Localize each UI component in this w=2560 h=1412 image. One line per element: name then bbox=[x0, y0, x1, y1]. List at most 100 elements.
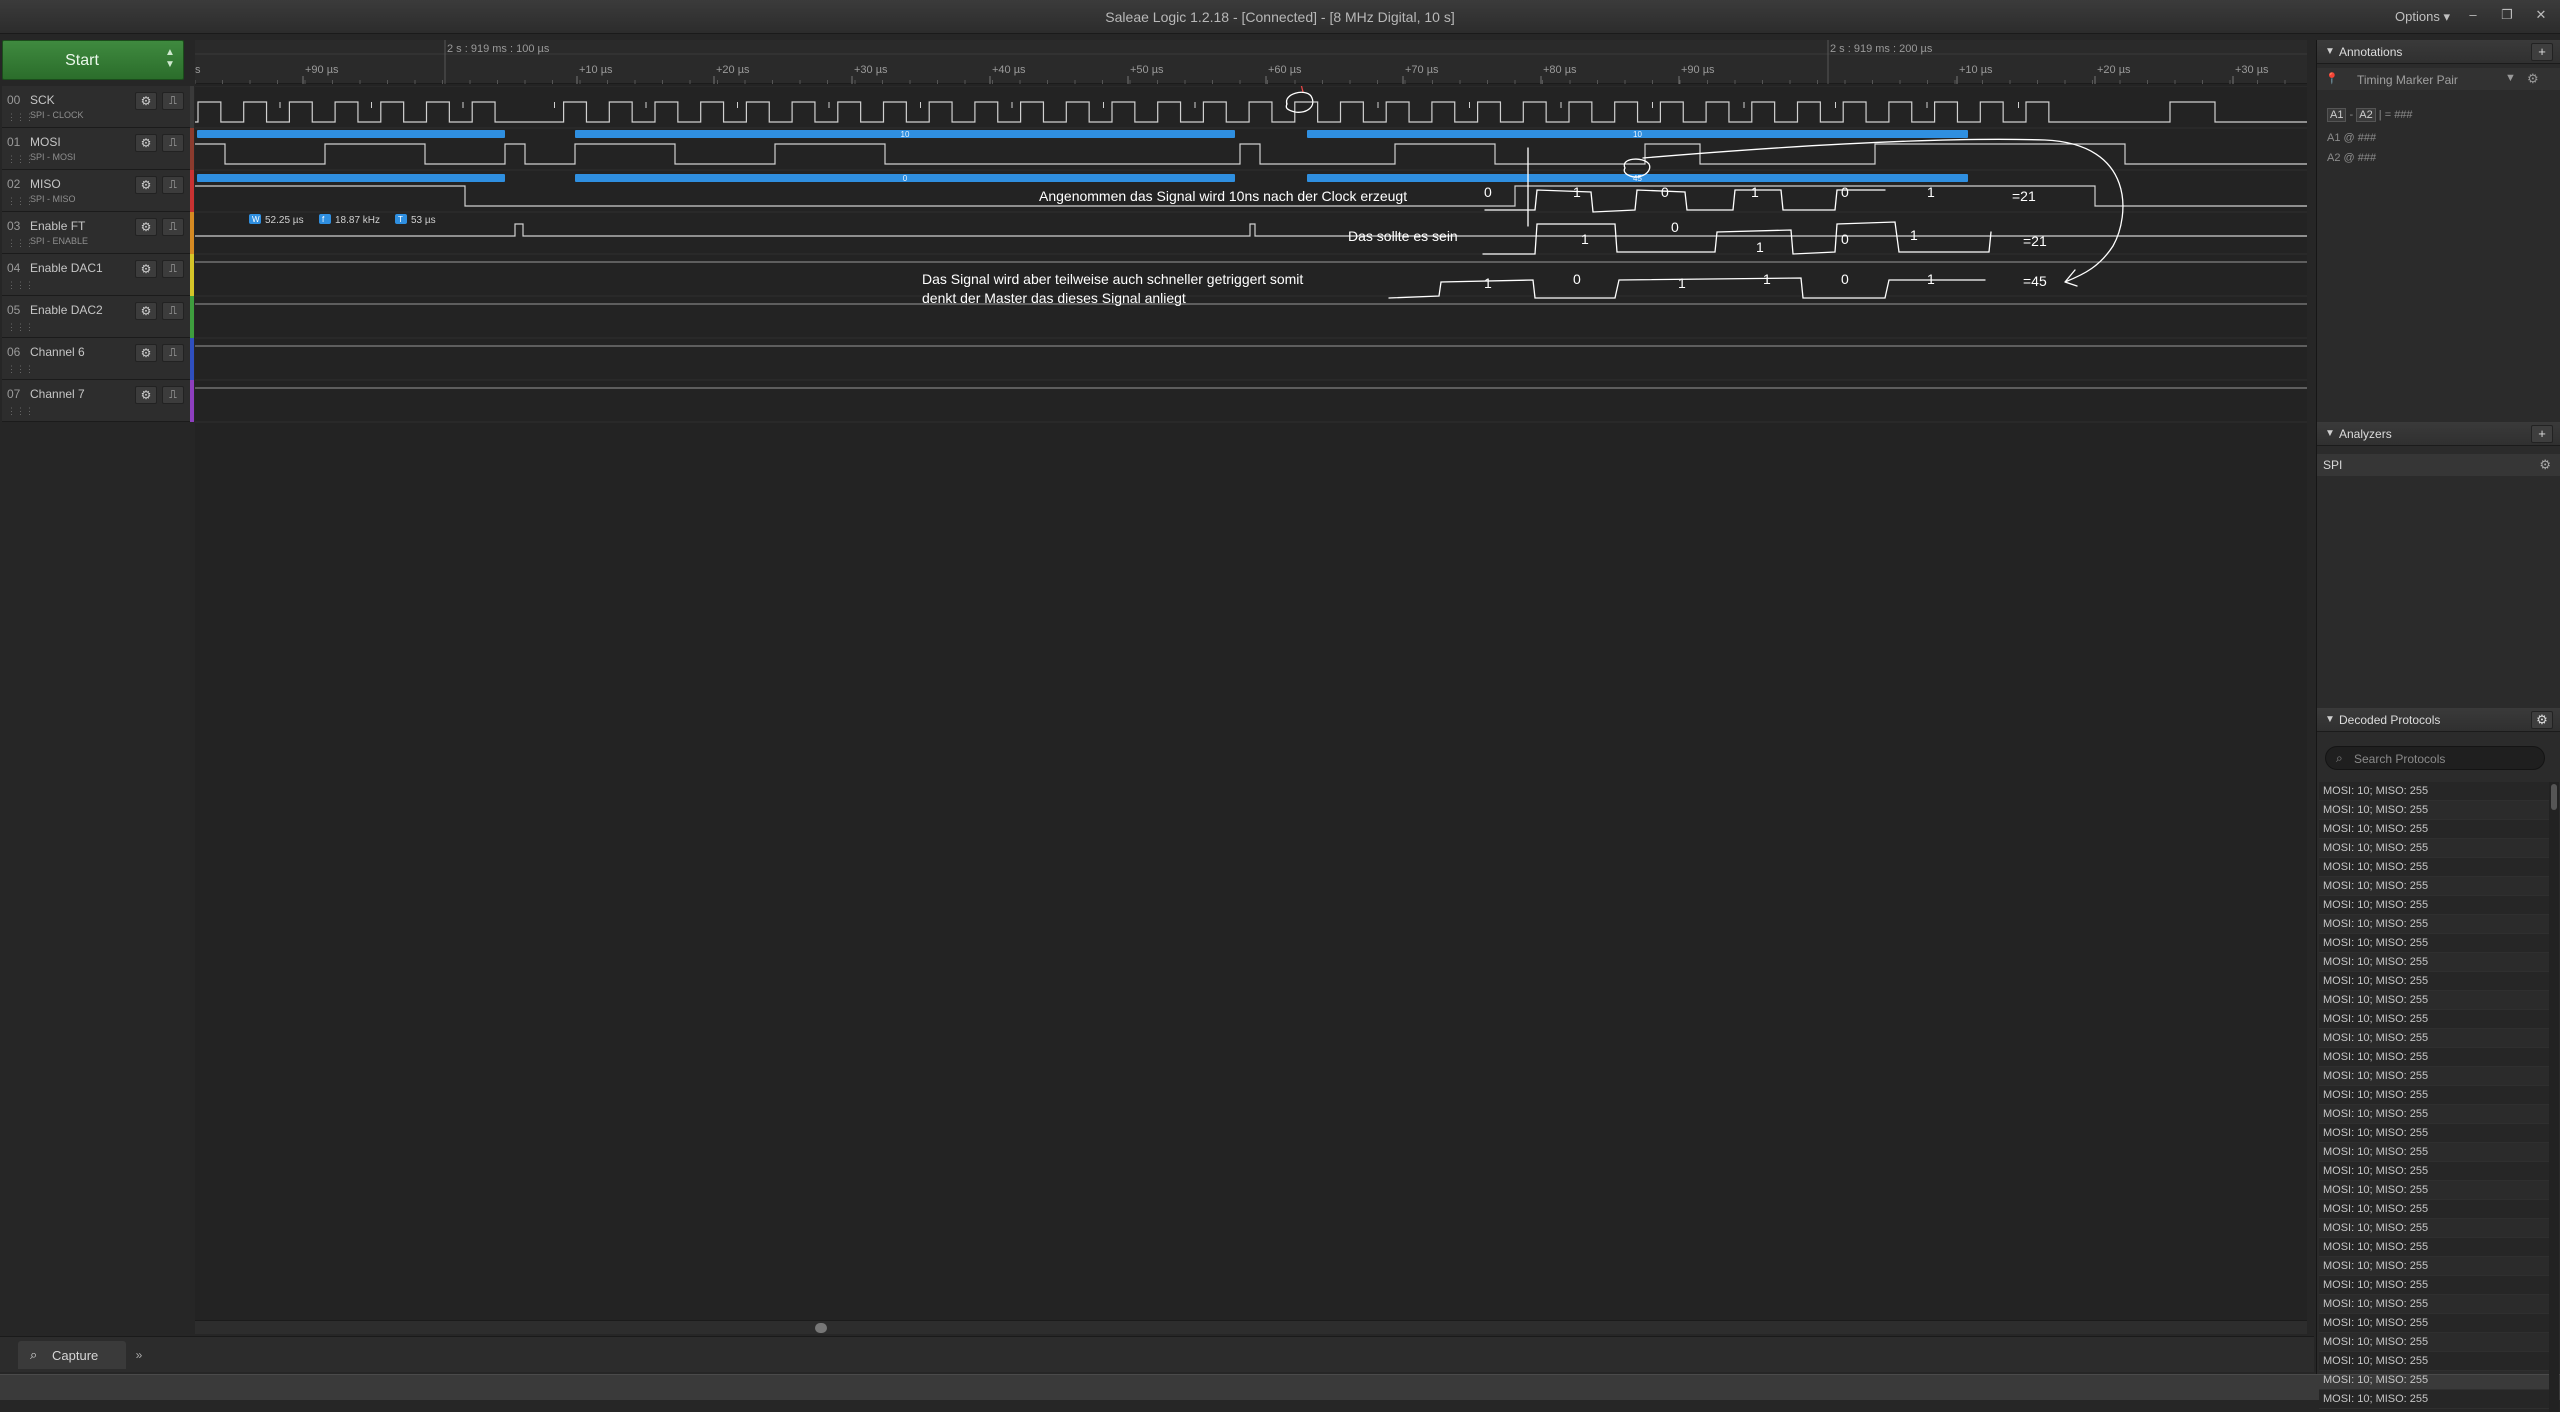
minimize-button[interactable]: – bbox=[2462, 5, 2484, 25]
start-button[interactable]: Start ▲ ▼ bbox=[2, 40, 184, 80]
list-item[interactable]: MOSI: 10; MISO: 255 bbox=[2319, 896, 2549, 915]
list-item[interactable]: MOSI: 10; MISO: 255 bbox=[2319, 1257, 2549, 1276]
list-item[interactable]: MOSI: 10; MISO: 255 bbox=[2319, 1010, 2549, 1029]
list-item[interactable]: MOSI: 10; MISO: 255 bbox=[2319, 1162, 2549, 1181]
trigger-icon[interactable]: ⎍ bbox=[162, 176, 184, 194]
drag-handle-icon[interactable]: ⋮⋮⋮ bbox=[7, 280, 34, 291]
channel-row[interactable]: 03 Enable FT SPI - ENABLE ⋮⋮⋮ ⚙ ⎍ bbox=[2, 212, 194, 254]
channel-name[interactable]: MOSI bbox=[30, 135, 61, 149]
channel-name[interactable]: Enable DAC2 bbox=[30, 303, 103, 317]
drag-handle-icon[interactable]: ⋮⋮⋮ bbox=[7, 196, 34, 207]
close-button[interactable]: ✕ bbox=[2530, 5, 2552, 25]
horizontal-scrollbar[interactable] bbox=[195, 1320, 2307, 1334]
gear-icon[interactable]: ⚙ bbox=[135, 176, 157, 194]
trigger-icon[interactable]: ⎍ bbox=[162, 92, 184, 110]
gear-icon[interactable]: ⚙ bbox=[2527, 71, 2539, 87]
trigger-icon[interactable]: ⎍ bbox=[162, 218, 184, 236]
a1-tag[interactable]: A1 bbox=[2327, 108, 2347, 122]
drag-handle-icon[interactable]: ⋮⋮⋮ bbox=[7, 406, 34, 417]
timeline-ruler[interactable]: 2 s : 919 ms : 100 µs 2 s : 919 ms : 200… bbox=[194, 40, 2307, 84]
drag-handle-icon[interactable]: ⋮⋮⋮ bbox=[7, 112, 34, 123]
trigger-icon[interactable]: ⎍ bbox=[162, 134, 184, 152]
trigger-icon[interactable]: ⎍ bbox=[162, 386, 184, 404]
scroll-thumb[interactable] bbox=[815, 1323, 827, 1333]
list-item[interactable]: MOSI: 10; MISO: 255 bbox=[2319, 1181, 2549, 1200]
drag-handle-icon[interactable]: ⋮⋮⋮ bbox=[7, 238, 34, 249]
gear-icon[interactable]: ⚙ bbox=[135, 344, 157, 362]
channel-row[interactable]: 06 Channel 6 ⋮⋮⋮ ⚙ ⎍ bbox=[2, 338, 194, 380]
gear-icon[interactable]: ⚙ bbox=[135, 302, 157, 320]
list-item[interactable]: MOSI: 10; MISO: 255 bbox=[2319, 1333, 2549, 1352]
gear-icon[interactable]: ⚙ bbox=[135, 386, 157, 404]
list-item[interactable]: MOSI: 10; MISO: 255 bbox=[2319, 1048, 2549, 1067]
start-options-arrows-icon[interactable]: ▲ ▼ bbox=[163, 47, 177, 71]
channel-name[interactable]: Enable DAC1 bbox=[30, 261, 103, 275]
options-menu[interactable]: Options ▾ bbox=[2395, 9, 2450, 25]
list-item[interactable]: MOSI: 10; MISO: 255 bbox=[2319, 915, 2549, 934]
list-item[interactable]: MOSI: 10; MISO: 255 bbox=[2319, 953, 2549, 972]
channel-row[interactable]: 04 Enable DAC1 ⋮⋮⋮ ⚙ ⎍ bbox=[2, 254, 194, 296]
chevron-down-icon[interactable]: ▼ bbox=[2505, 72, 2516, 84]
scroll-thumb[interactable] bbox=[2551, 784, 2557, 810]
list-item[interactable]: MOSI: 10; MISO: 255 bbox=[2319, 820, 2549, 839]
gear-icon[interactable]: ⚙ bbox=[135, 134, 157, 152]
channel-row[interactable]: 02 MISO SPI - MISO ⋮⋮⋮ ⚙ ⎍ bbox=[2, 170, 194, 212]
channel-row[interactable]: 00 SCK SPI - CLOCK ⋮⋮⋮ ⚙ ⎍ bbox=[2, 86, 194, 128]
timing-marker-pair[interactable]: 📍 Timing Marker Pair ▼ ⚙ bbox=[2317, 68, 2560, 90]
collapse-triangle-icon[interactable]: ▼ bbox=[2325, 714, 2335, 725]
list-item[interactable]: MOSI: 10; MISO: 255 bbox=[2319, 1371, 2549, 1390]
decoded-settings-button[interactable]: ⚙ bbox=[2531, 711, 2553, 729]
drag-handle-icon[interactable]: ⋮⋮⋮ bbox=[7, 364, 34, 375]
analyzer-item-spi[interactable]: SPI ⚙ bbox=[2317, 454, 2560, 476]
list-item[interactable]: MOSI: 10; MISO: 255 bbox=[2319, 858, 2549, 877]
list-item[interactable]: MOSI: 10; MISO: 255 bbox=[2319, 934, 2549, 953]
protocol-list-scrollbar[interactable] bbox=[2549, 782, 2559, 1412]
channel-row[interactable]: 05 Enable DAC2 ⋮⋮⋮ ⚙ ⎍ bbox=[2, 296, 194, 338]
drag-handle-icon[interactable]: ⋮⋮⋮ bbox=[7, 154, 34, 165]
channel-name[interactable]: Channel 6 bbox=[30, 345, 85, 359]
decoded-protocol-list[interactable]: MOSI: 10; MISO: 255 MOSI: 10; MISO: 255 MO… bbox=[2319, 782, 2549, 1412]
list-item[interactable]: MOSI: 10; MISO: 255 bbox=[2319, 1086, 2549, 1105]
collapse-triangle-icon[interactable]: ▼ bbox=[2325, 428, 2335, 439]
channel-name[interactable]: Enable FT bbox=[30, 219, 85, 233]
channel-name[interactable]: MISO bbox=[30, 177, 61, 191]
a2-tag[interactable]: A2 bbox=[2356, 108, 2376, 122]
list-item[interactable]: MOSI: 10; MISO: 255 bbox=[2319, 1276, 2549, 1295]
more-tabs-button[interactable]: » bbox=[128, 1341, 150, 1369]
trigger-icon[interactable]: ⎍ bbox=[162, 260, 184, 278]
gear-icon[interactable]: ⚙ bbox=[135, 218, 157, 236]
channel-row[interactable]: 01 MOSI SPI - MOSI ⋮⋮⋮ ⚙ ⎍ bbox=[2, 128, 194, 170]
list-item[interactable]: MOSI: 10; MISO: 255 bbox=[2319, 1124, 2549, 1143]
search-input[interactable]: ⌕ Search Protocols bbox=[2325, 746, 2545, 770]
trigger-icon[interactable]: ⎍ bbox=[162, 344, 184, 362]
channel-name[interactable]: SCK bbox=[30, 93, 55, 107]
list-item[interactable]: MOSI: 10; MISO: 255 bbox=[2319, 972, 2549, 991]
list-item[interactable]: MOSI: 10; MISO: 255 bbox=[2319, 839, 2549, 858]
list-item[interactable]: MOSI: 10; MISO: 255 bbox=[2319, 1067, 2549, 1086]
add-analyzer-button[interactable]: + bbox=[2531, 425, 2553, 443]
list-item[interactable]: MOSI: 10; MISO: 255 bbox=[2319, 877, 2549, 896]
list-item[interactable]: MOSI: 10; MISO: 255 bbox=[2319, 801, 2549, 820]
list-item[interactable]: MOSI: 10; MISO: 255 bbox=[2319, 1219, 2549, 1238]
gear-icon[interactable]: ⚙ bbox=[135, 92, 157, 110]
gear-icon[interactable]: ⚙ bbox=[2539, 457, 2551, 473]
drag-handle-icon[interactable]: ⋮⋮⋮ bbox=[7, 322, 34, 333]
annotations-header[interactable]: ▼ Annotations + bbox=[2317, 40, 2560, 64]
list-item[interactable]: MOSI: 10; MISO: 255 bbox=[2319, 1314, 2549, 1333]
list-item[interactable]: MOSI: 10; MISO: 255 bbox=[2319, 1105, 2549, 1124]
decoded-protocols-header[interactable]: ▼ Decoded Protocols ⚙ bbox=[2317, 708, 2560, 732]
waveforms[interactable]: 1010045 W52.25 µsf18.87 kHzT53 µs Hier w… bbox=[195, 86, 2307, 426]
list-item[interactable]: MOSI: 10; MISO: 255 bbox=[2319, 1029, 2549, 1048]
list-item[interactable]: MOSI: 10; MISO: 255 bbox=[2319, 1238, 2549, 1257]
list-item[interactable]: MOSI: 10; MISO: 255 bbox=[2319, 991, 2549, 1010]
analyzers-header[interactable]: ▼ Analyzers + bbox=[2317, 422, 2560, 446]
restore-button[interactable]: ❐ bbox=[2496, 5, 2518, 25]
channel-name[interactable]: Channel 7 bbox=[30, 387, 85, 401]
list-item[interactable]: MOSI: 10; MISO: 255 bbox=[2319, 1200, 2549, 1219]
list-item[interactable]: MOSI: 10; MISO: 255 bbox=[2319, 782, 2549, 801]
list-item[interactable]: MOSI: 10; MISO: 255 bbox=[2319, 1352, 2549, 1371]
list-item[interactable]: MOSI: 10; MISO: 255 bbox=[2319, 1295, 2549, 1314]
add-annotation-button[interactable]: + bbox=[2531, 43, 2553, 61]
capture-tab[interactable]: ⌕ Capture bbox=[18, 1341, 126, 1369]
trigger-icon[interactable]: ⎍ bbox=[162, 302, 184, 320]
